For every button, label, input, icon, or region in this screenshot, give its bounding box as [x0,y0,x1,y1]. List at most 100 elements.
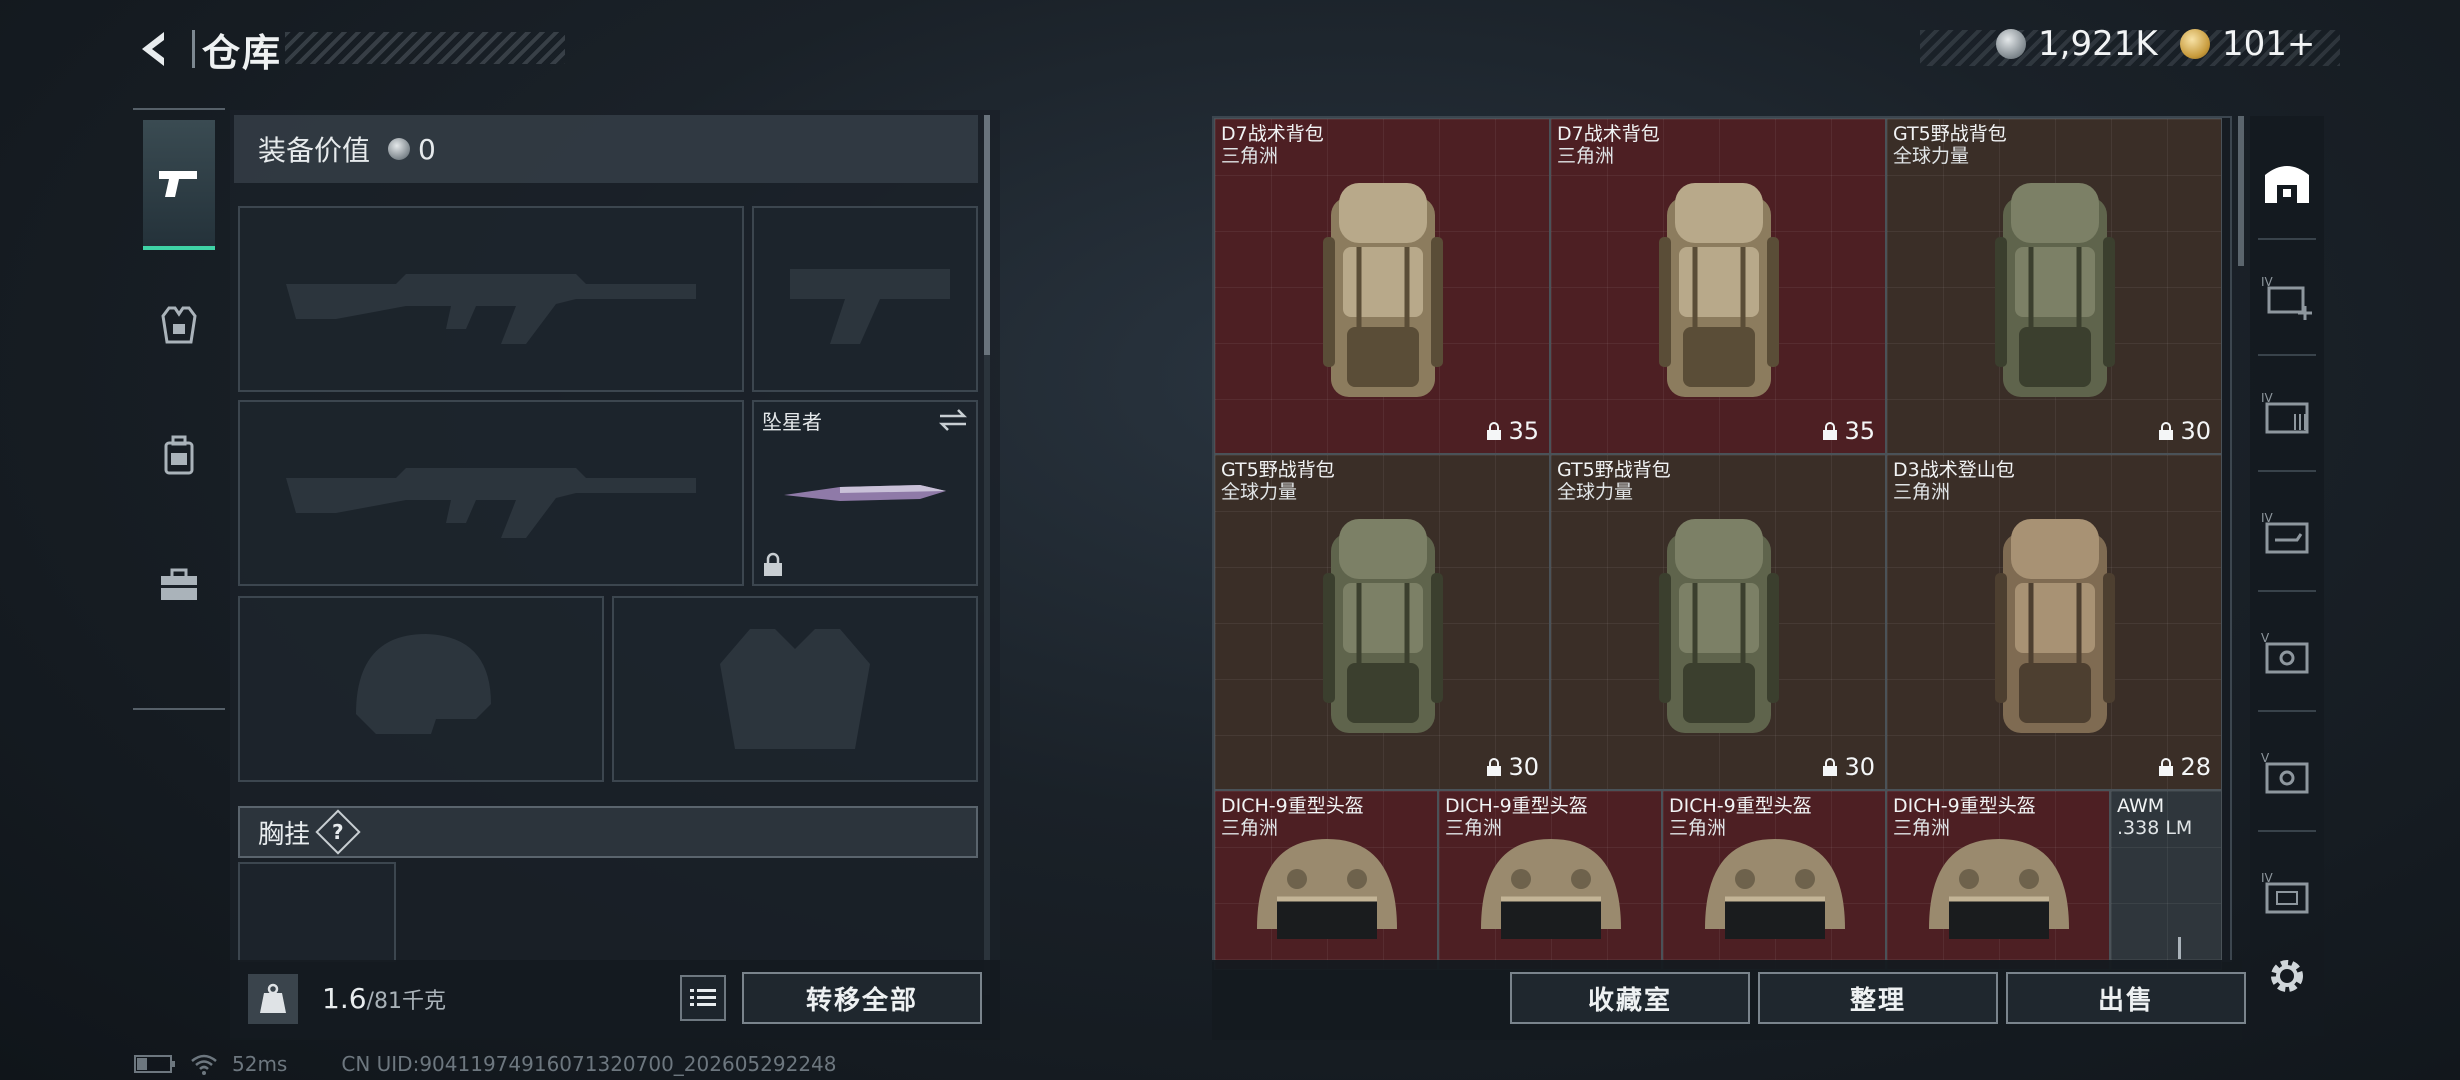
helmet-image [1481,839,1621,939]
stash-item[interactable]: AWM .338 LM [2110,790,2222,970]
warehouse-icon [2265,166,2309,203]
helmet-image [1705,839,1845,939]
capacity-lock-icon [1823,422,1838,440]
melee-slot[interactable]: 坠星者 [752,400,978,586]
tab-case[interactable] [143,520,215,650]
loadout-scrollbar-thumb[interactable] [984,115,990,355]
item-name: DICH-9重型头盔 [1445,795,1588,817]
primary-weapon-slot[interactable] [238,206,744,392]
silver-coin-icon [388,138,411,160]
item-name: GT5野战背包 [1221,459,1335,481]
stash-item[interactable]: GT5野战背包 全球力量 30 [1550,454,1886,790]
helmet-silhouette-icon [356,634,491,734]
list-icon [690,989,716,1006]
stash-item[interactable]: GT5野战背包 全球力量 30 [1214,454,1550,790]
tab-armor[interactable] [143,260,215,390]
backpack-image [1323,183,1443,397]
currency-silver[interactable]: 1,921K [1996,24,2158,64]
rail-item-case-4[interactable]: V [2256,742,2318,804]
item-capacity-value: 28 [2180,753,2211,781]
weight-readout: 1.6/81千克 [322,982,446,1015]
chest-rig-header: 胸挂 ? [238,806,978,858]
ping-readout: 52ms [232,1052,288,1076]
swap-icon[interactable] [938,408,968,432]
rail-item-case-5[interactable]: IV [2256,862,2318,924]
helmet-image [1257,839,1397,939]
stash-item[interactable]: DICH-9重型头盔 三角洲 [1886,790,2110,970]
stash-grid: D7战术背包 三角洲 35 D7战术背包 三角洲 35 GT5野战背包 全球力量… [1212,116,2232,970]
secondary-weapon-slot[interactable] [238,400,744,586]
stash-item[interactable]: D7战术背包 三角洲 35 [1550,118,1886,454]
list-button[interactable] [680,975,726,1021]
item-faction: 三角洲 [1445,817,1503,839]
rail-item-case-2[interactable]: IV [2256,502,2318,564]
item-capacity: 30 [1822,753,1875,781]
currency-gold[interactable]: 101+ [2180,24,2315,64]
item-capacity: 30 [1486,753,1539,781]
stash-item[interactable]: GT5野战背包 全球力量 30 [1886,118,2222,454]
item-faction: 三角洲 [1557,145,1615,167]
armor-silhouette-icon [720,629,870,749]
gear-case-icon: V [2261,631,2309,674]
stash-item[interactable]: D3战术登山包 三角洲 28 [1886,454,2222,790]
item-faction: 全球力量 [1557,481,1634,503]
status-bar: 52ms CN UID:9041197491607132070​0_202605… [134,1052,837,1076]
pistol-silhouette-icon [790,269,950,344]
title-decoration [285,32,565,64]
rail-item-case-1[interactable]: IV [2256,382,2318,444]
backpack-image [1995,519,2115,733]
gear-icon [2271,960,2303,992]
weight-current: 1.6 [322,982,367,1015]
equipment-value-bar: 装备价值 0 [234,115,978,183]
tab-weapons[interactable] [143,120,215,250]
item-capacity-value: 35 [1844,417,1875,445]
chest-rig-slot[interactable] [238,862,396,962]
sidearm-slot[interactable] [752,206,978,392]
capacity-lock-icon [2159,422,2174,440]
stash-item[interactable]: DICH-9重型头盔 三角洲 [1438,790,1662,970]
medkit-icon: IV [2261,275,2312,320]
loadout-tabs [133,108,225,710]
backpack-image [1323,519,1443,733]
rail-item-warehouse[interactable] [2256,150,2318,212]
sell-button[interactable]: 出售 [2006,972,2246,1024]
backpack-image [1995,183,2115,397]
gear-case-icon: V [2261,751,2309,794]
gun-case-icon: IV [2261,511,2309,554]
item-capacity-value: 35 [1508,417,1539,445]
rail-item-medkit[interactable]: IV [2256,266,2318,328]
item-faction: 三角洲 [1221,817,1279,839]
collection-room-button[interactable]: 收藏室 [1510,972,1750,1024]
container-icon: IV [2261,871,2309,914]
pistol-icon [159,171,197,197]
stash-item[interactable]: D7战术背包 三角洲 35 [1214,118,1550,454]
back-button[interactable] [130,26,180,72]
briefcase-icon [161,568,197,600]
armor-vest-icon [161,306,197,344]
melee-name: 坠星者 [762,410,822,434]
stash-item[interactable]: DICH-9重型头盔 三角洲 [1214,790,1438,970]
stash-scrollbar[interactable] [2238,116,2244,266]
item-capacity: 35 [1486,417,1539,445]
item-faction: 三角洲 [1893,481,1951,503]
item-name: AWM [2117,795,2165,817]
transfer-all-button[interactable]: 转移全部 [742,972,982,1024]
helmet-slot[interactable] [238,596,604,782]
helmet-image [1929,839,2069,939]
equipment-value: 0 [418,132,436,166]
help-icon[interactable]: ? [315,809,361,855]
armor-slot[interactable] [612,596,978,782]
item-name: DICH-9重型头盔 [1669,795,1812,817]
weight-max: /81千克 [366,989,446,1014]
weight-icon [248,974,298,1024]
tab-backpack[interactable] [143,390,215,520]
item-faction: 全球力量 [1893,145,1970,167]
stash-item[interactable]: DICH-9重型头盔 三角洲 [1662,790,1886,970]
silver-amount: 1,921K [2038,24,2158,64]
lock-icon [764,552,782,576]
sort-button[interactable]: 整理 [1758,972,1998,1024]
item-faction: 三角洲 [1221,145,1279,167]
rail-item-case-3[interactable]: V [2256,622,2318,684]
settings-button[interactable] [2256,945,2318,1007]
capacity-lock-icon [1487,758,1502,776]
